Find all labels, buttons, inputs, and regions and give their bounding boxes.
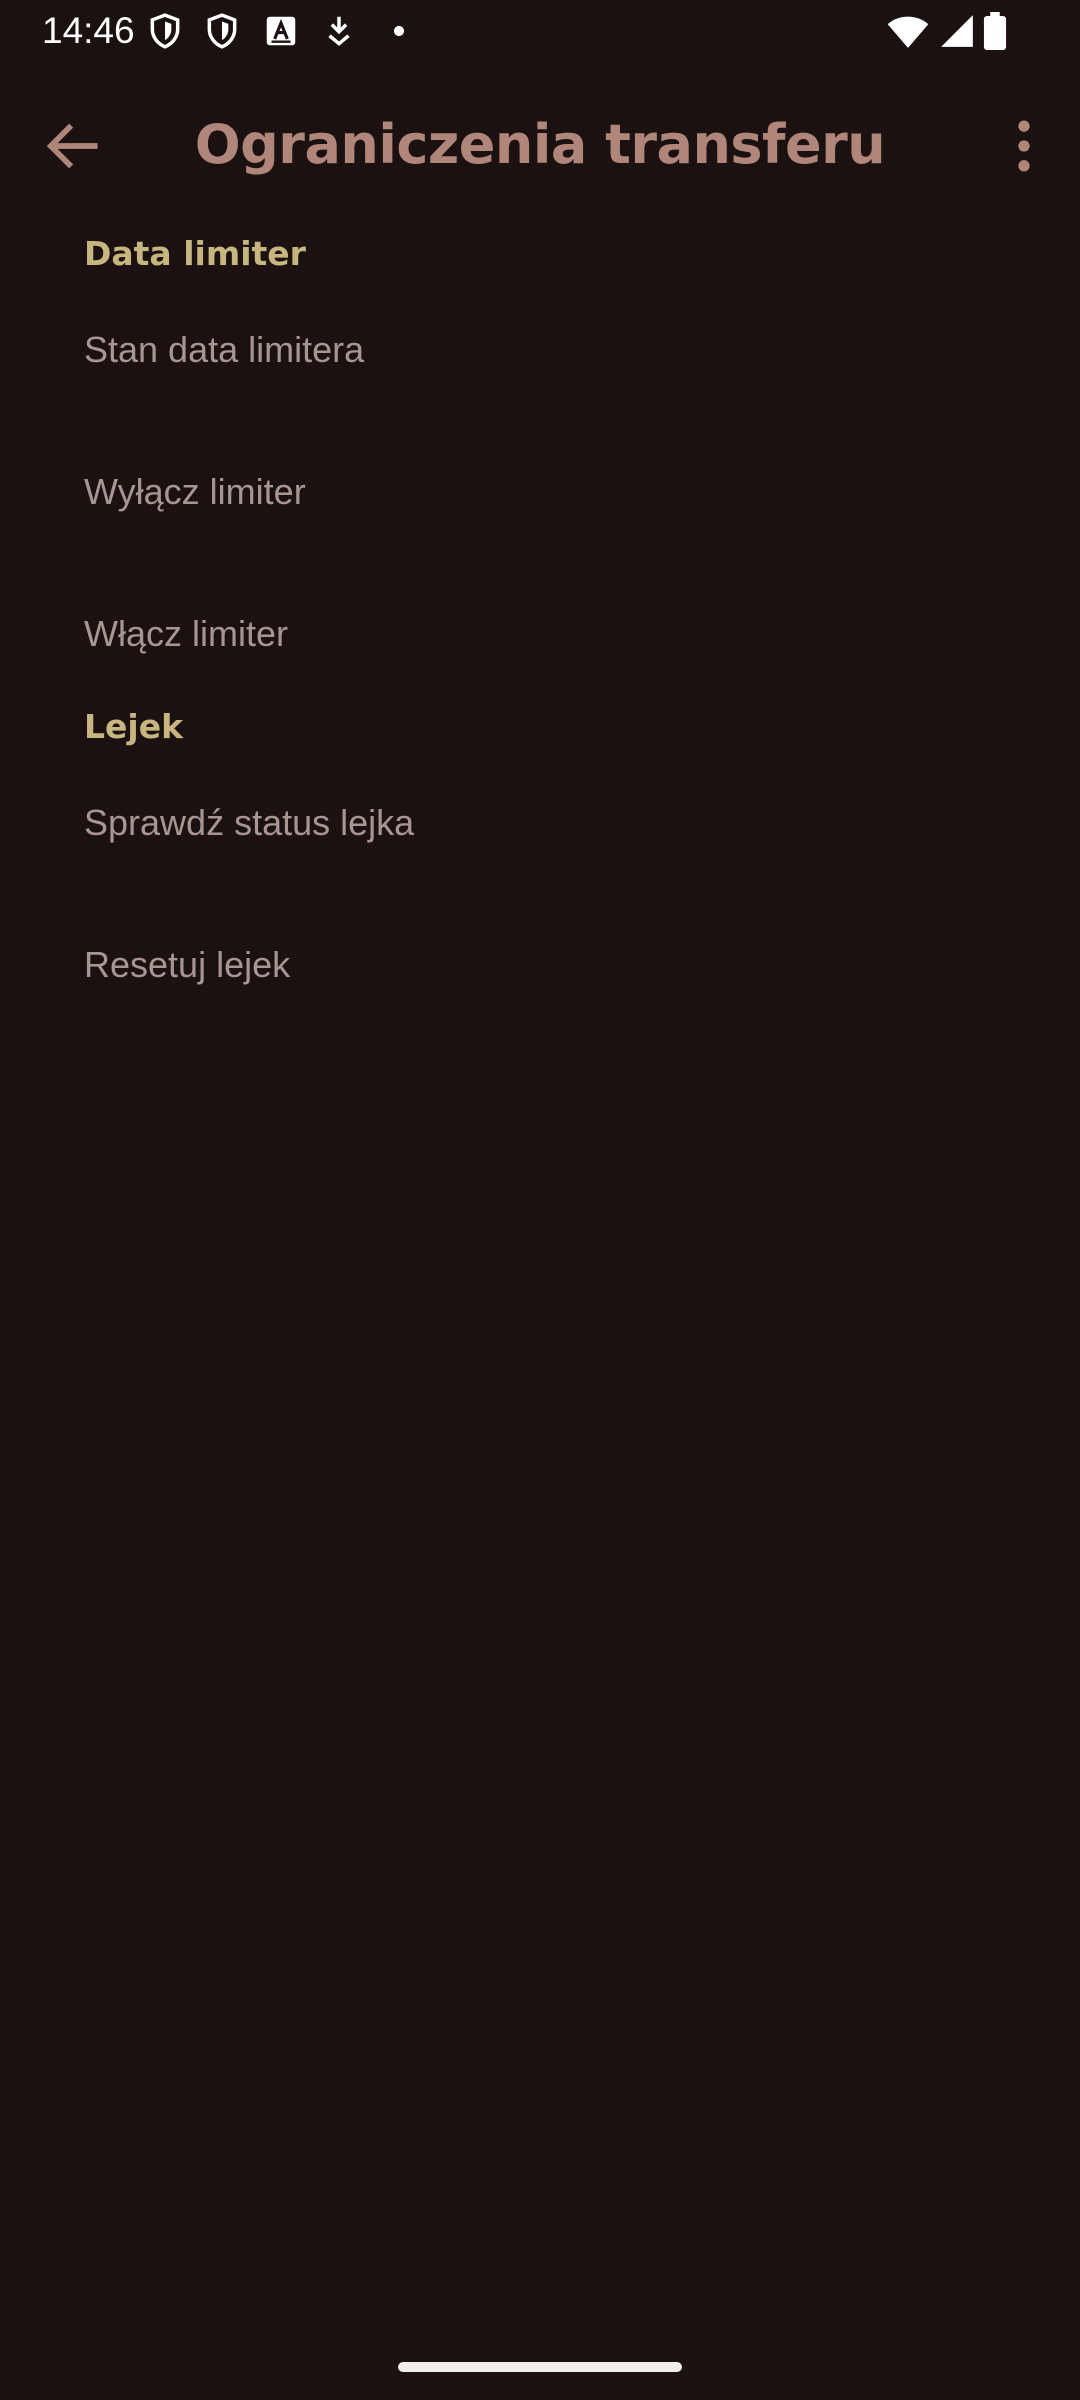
pref-item-label: Wyłącz limiter (84, 471, 306, 512)
pref-item-disable-limiter[interactable]: Wyłącz limiter (0, 427, 1080, 557)
pref-item-reset-funnel[interactable]: Resetuj lejek (0, 900, 1080, 1030)
download-arrow-icon (320, 12, 358, 50)
pref-item-check-funnel-status[interactable]: Sprawdź status lejka (0, 758, 1080, 888)
section-header-lejek: Lejek (84, 707, 184, 746)
dot-icon (380, 12, 418, 50)
pref-item-enable-limiter[interactable]: Włącz limiter (0, 569, 1080, 699)
pref-item-label: Sprawdź status lejka (84, 802, 415, 843)
pref-item-label: Włącz limiter (84, 613, 288, 654)
status-time: 14:46 (42, 10, 135, 51)
pref-item-limiter-status[interactable]: Stan data limitera (0, 285, 1080, 415)
pref-item-label: Stan data limitera (84, 329, 365, 370)
cellular-signal-icon (938, 12, 976, 50)
keyboard-a-icon (262, 12, 300, 50)
arrow-back-icon (38, 123, 106, 184)
battery-icon (982, 12, 1008, 50)
more-vert-icon (990, 120, 1058, 184)
page-title: Ograniczenia transferu (194, 113, 886, 176)
more-options-button[interactable] (990, 112, 1058, 180)
back-button[interactable] (38, 112, 106, 180)
shield-icon (146, 12, 184, 50)
app-bar: Ograniczenia transferu (0, 90, 1080, 202)
wifi-icon (886, 12, 930, 50)
section-header-data-limiter: Data limiter (84, 234, 306, 273)
gesture-nav-handle[interactable] (398, 2362, 682, 2372)
status-bar: 14:46 (0, 0, 1080, 62)
shield-icon (203, 12, 241, 50)
pref-item-label: Resetuj lejek (84, 944, 291, 985)
